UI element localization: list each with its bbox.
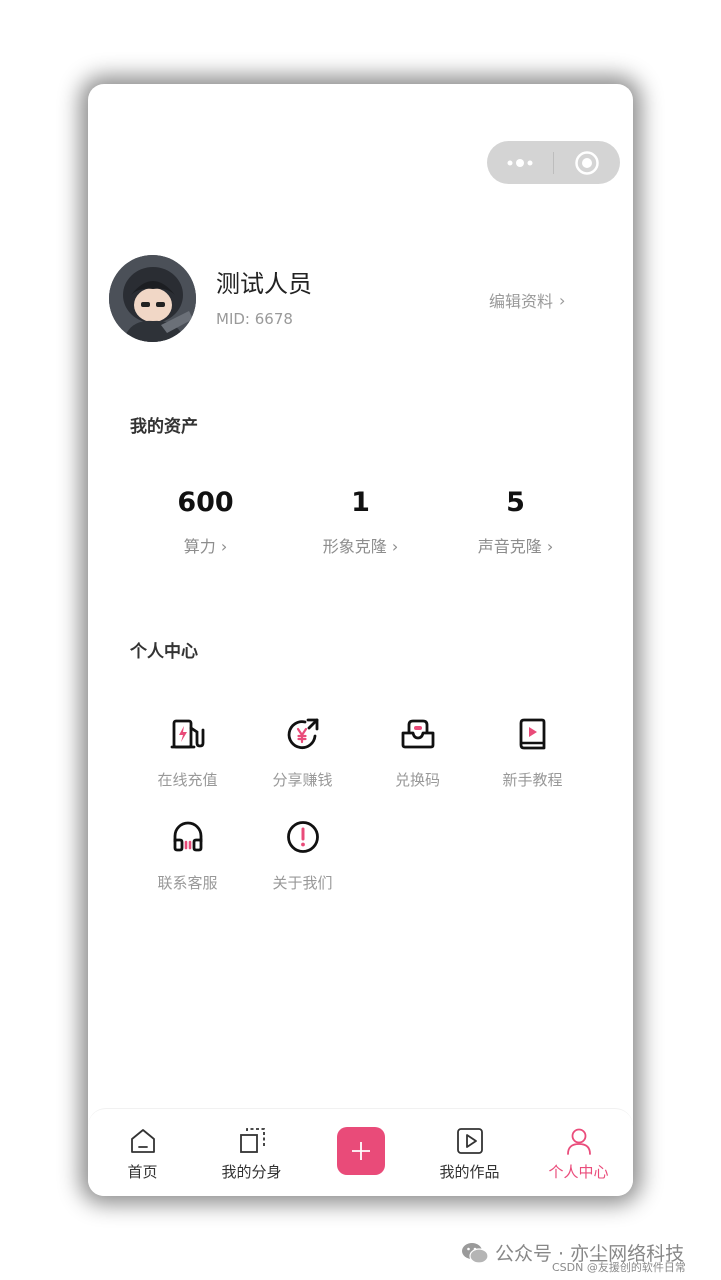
- bottom-tab-bar: 首页 我的分身 我的作品 个人中心: [88, 1108, 633, 1196]
- close-button[interactable]: [554, 141, 620, 184]
- chevron-right-icon: ›: [559, 290, 566, 310]
- username: 测试人员: [216, 270, 312, 298]
- stat-label: 算力 ›: [183, 537, 228, 556]
- grid-label: 新手教程: [502, 771, 563, 789]
- stat-image-clone[interactable]: 1 形象克隆 ›: [283, 487, 438, 557]
- stat-label: 声音克隆 ›: [477, 537, 554, 556]
- home-icon: [127, 1125, 159, 1157]
- personal-center-grid: 在线充值 分享赚钱 兑换码 新手教程 联系客服 关于我们: [130, 714, 592, 920]
- tab-label: 首页: [127, 1163, 158, 1181]
- tab-personal-center[interactable]: 个人中心: [524, 1109, 633, 1196]
- tutorial-book-icon: [513, 714, 553, 754]
- assets-section-title: 我的资产: [130, 417, 198, 437]
- tutorial-item[interactable]: 新手教程: [475, 714, 590, 817]
- phone-frame: 测试人员 MID: 6678 编辑资料 › 我的资产 600 算力 › 1 形象…: [88, 84, 633, 1196]
- plus-icon: [351, 1142, 370, 1160]
- grid-label: 在线充值: [157, 771, 218, 789]
- charge-station-icon: [168, 714, 208, 754]
- share-earn-item[interactable]: 分享赚钱: [245, 714, 360, 817]
- create-button[interactable]: [336, 1127, 385, 1175]
- about-us-item[interactable]: 关于我们: [245, 817, 360, 920]
- tab-home[interactable]: 首页: [88, 1109, 197, 1196]
- wechat-icon: [462, 1242, 489, 1264]
- grid-label: 关于我们: [272, 874, 333, 892]
- clone-icon: [236, 1125, 268, 1157]
- grid-label: 兑换码: [394, 771, 440, 789]
- target-close-icon: [575, 150, 599, 175]
- online-recharge-item[interactable]: 在线充值: [130, 714, 245, 817]
- contact-support-item[interactable]: 联系客服: [130, 817, 245, 920]
- mini-program-capsule: [487, 141, 620, 184]
- redeem-code-icon: [398, 714, 438, 754]
- stat-value: 600: [177, 487, 234, 518]
- headset-icon: [168, 817, 208, 857]
- stat-compute-power[interactable]: 600 算力 ›: [128, 487, 283, 557]
- about-info-icon: [283, 817, 323, 857]
- tab-label: 我的分身: [221, 1163, 282, 1181]
- play-icon: [454, 1125, 486, 1157]
- edit-profile-label: 编辑资料: [489, 292, 554, 311]
- tab-label: 个人中心: [548, 1163, 609, 1181]
- user-icon: [563, 1125, 595, 1157]
- avatar-image: [109, 255, 196, 342]
- watermark-csdn: CSDN @友援创的软件日常: [552, 1261, 686, 1274]
- tab-label: 我的作品: [439, 1163, 500, 1181]
- grid-label: 分享赚钱: [272, 771, 333, 789]
- stat-value: 5: [506, 487, 525, 518]
- share-money-icon: [283, 714, 323, 754]
- stat-value: 1: [351, 487, 370, 518]
- tab-my-avatar[interactable]: 我的分身: [197, 1109, 306, 1196]
- tab-create[interactable]: [306, 1109, 415, 1196]
- more-button[interactable]: [487, 141, 553, 184]
- member-id: MID: 6678: [216, 310, 293, 328]
- more-dots-icon: [507, 158, 533, 167]
- tab-my-works[interactable]: 我的作品: [415, 1109, 524, 1196]
- avatar[interactable]: [109, 255, 196, 342]
- edit-profile-link[interactable]: 编辑资料 ›: [489, 288, 565, 312]
- stat-voice-clone[interactable]: 5 声音克隆 ›: [438, 487, 593, 557]
- grid-label: 联系客服: [157, 874, 218, 892]
- assets-stats: 600 算力 › 1 形象克隆 › 5 声音克隆 ›: [128, 487, 593, 557]
- redeem-code-item[interactable]: 兑换码: [360, 714, 475, 817]
- stat-label: 形象克隆 ›: [322, 537, 399, 556]
- personal-center-title: 个人中心: [130, 642, 198, 662]
